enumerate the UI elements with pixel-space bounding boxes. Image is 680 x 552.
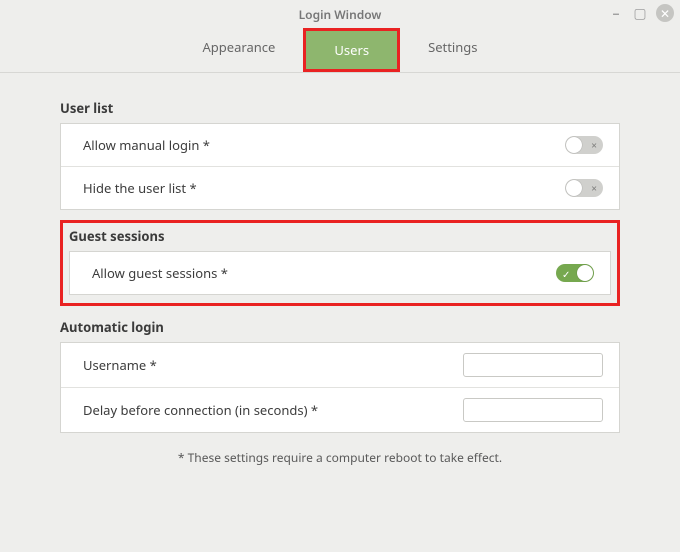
label-username: Username * [83, 356, 157, 374]
input-delay[interactable] [463, 398, 603, 422]
panel-user-list: Allow manual login * × Hide the user lis… [60, 123, 620, 210]
window-title: Login Window [299, 6, 382, 23]
toggle-off-icon: × [591, 181, 597, 195]
panel-guest-sessions: Allow guest sessions * ✓ [69, 251, 611, 295]
toggle-off-icon: × [591, 138, 597, 152]
row-allow-manual-login: Allow manual login * × [61, 124, 619, 167]
label-delay: Delay before connection (in seconds) * [83, 401, 318, 419]
toggle-allow-guest-sessions[interactable]: ✓ [556, 264, 594, 282]
minimize-icon[interactable]: – [608, 5, 624, 21]
toggle-knob [566, 137, 582, 153]
toggle-hide-user-list[interactable]: × [565, 179, 603, 197]
input-username[interactable] [463, 353, 603, 377]
label-hide-user-list: Hide the user list * [83, 179, 197, 197]
toggle-on-icon: ✓ [562, 267, 570, 281]
maximize-icon[interactable]: ▢ [632, 5, 648, 21]
tab-settings[interactable]: Settings [400, 28, 505, 72]
close-icon[interactable]: ✕ [656, 4, 674, 22]
label-allow-manual-login: Allow manual login * [83, 136, 210, 154]
row-delay: Delay before connection (in seconds) * [61, 388, 619, 432]
guest-sessions-highlight: Guest sessions Allow guest sessions * ✓ [60, 220, 620, 306]
toggle-knob [577, 265, 593, 281]
section-title-user-list: User list [60, 99, 620, 117]
label-allow-guest-sessions: Allow guest sessions * [92, 264, 228, 282]
tab-users[interactable]: Users [306, 31, 397, 69]
tabbar: Appearance Users Settings [0, 28, 680, 73]
row-allow-guest-sessions: Allow guest sessions * ✓ [70, 252, 610, 294]
panel-automatic-login: Username * Delay before connection (in s… [60, 342, 620, 433]
toggle-allow-manual-login[interactable]: × [565, 136, 603, 154]
footnote: * These settings require a computer rebo… [60, 449, 620, 466]
tab-users-highlight: Users [303, 28, 400, 72]
content-area: User list Allow manual login * × Hide th… [0, 73, 680, 466]
window-controls: – ▢ ✕ [608, 4, 674, 22]
tab-appearance[interactable]: Appearance [174, 28, 303, 72]
section-title-guest-sessions: Guest sessions [69, 227, 611, 245]
toggle-knob [566, 180, 582, 196]
titlebar: Login Window – ▢ ✕ [0, 0, 680, 28]
row-hide-user-list: Hide the user list * × [61, 167, 619, 209]
row-username: Username * [61, 343, 619, 388]
section-title-automatic-login: Automatic login [60, 318, 620, 336]
